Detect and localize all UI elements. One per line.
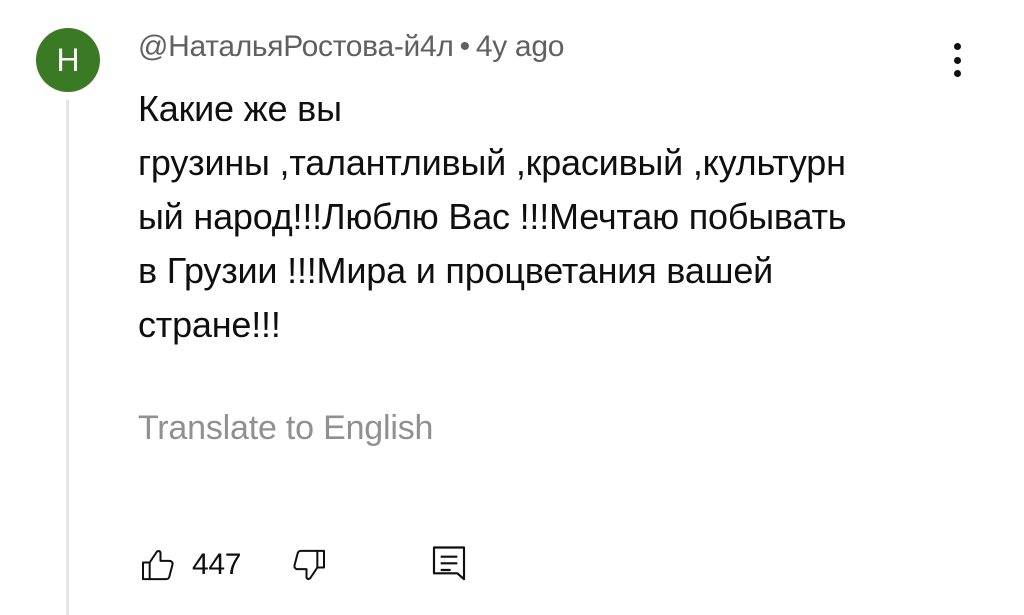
thumbs-up-icon bbox=[142, 550, 174, 581]
comment-time[interactable]: 4y ago bbox=[476, 30, 565, 63]
comment-text: Какие же вы грузины ,талантливый ,красив… bbox=[138, 88, 847, 345]
comment-meta: @НатальяРостова-й4л • 4y ago bbox=[138, 30, 564, 64]
translate-button[interactable]: Translate to English bbox=[138, 409, 433, 448]
meta-separator: • bbox=[459, 30, 471, 63]
thumbs-down-icon bbox=[293, 549, 326, 580]
thread-line bbox=[66, 100, 69, 615]
more-vertical-icon bbox=[953, 43, 961, 50]
like-count: 447 bbox=[192, 548, 242, 581]
like-button[interactable]: 447 bbox=[138, 545, 241, 585]
comment-actions: 447 bbox=[138, 540, 469, 590]
reply-button[interactable] bbox=[429, 543, 469, 587]
avatar[interactable]: Н bbox=[36, 28, 100, 92]
more-options-button[interactable] bbox=[942, 40, 972, 80]
reply-comment-icon bbox=[433, 546, 466, 581]
author-handle[interactable]: @НатальяРостова-й4л bbox=[138, 30, 454, 63]
avatar-letter: Н bbox=[56, 41, 80, 78]
dislike-button[interactable] bbox=[289, 545, 329, 585]
